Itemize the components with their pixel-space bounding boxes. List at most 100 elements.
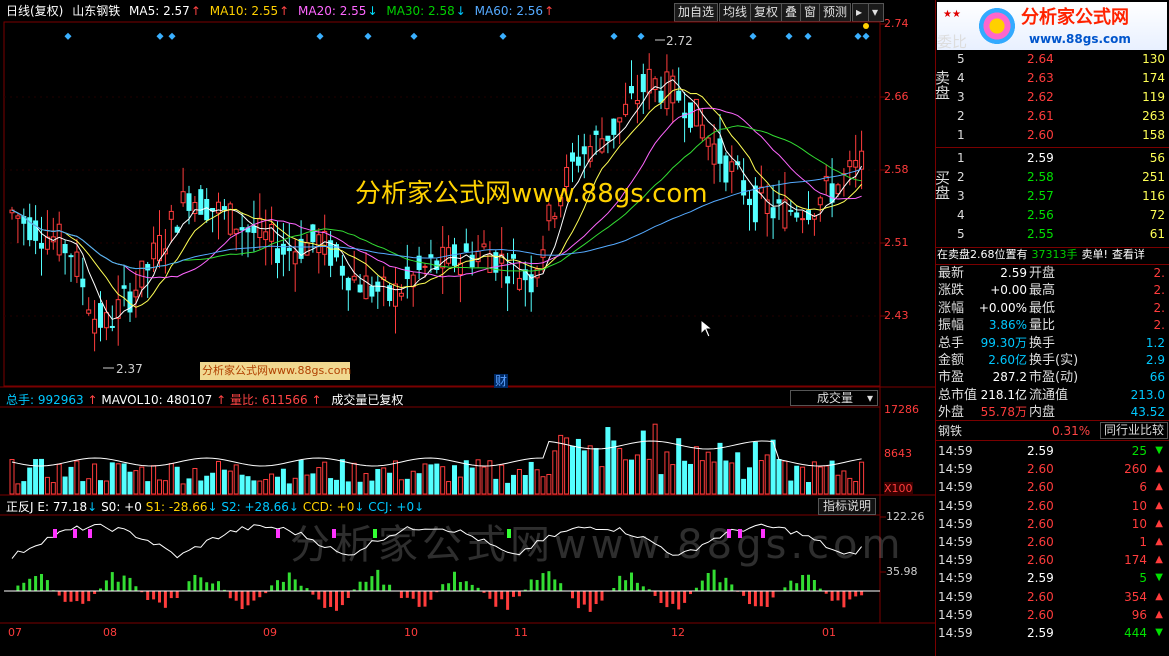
tick-row: 14:59 2.59 25 ▼	[937, 442, 1167, 460]
volume-bar	[570, 445, 575, 495]
ccd-down-arrow-icon: ↓	[354, 500, 365, 514]
stat-value: 66	[1149, 370, 1165, 385]
volume-bar	[764, 454, 770, 495]
sell-price: 2.63	[1027, 71, 1054, 85]
candle-body	[853, 160, 859, 168]
sell-level-row[interactable]: 2 2.61 263	[937, 107, 1167, 125]
total-volume-up-arrow-icon: ↑	[87, 393, 98, 407]
volume-header: 总手: 992963 ↑ MAVOL10: 480107 ↑ 量比: 61156…	[6, 393, 403, 407]
volume-bar	[599, 466, 605, 495]
indicator-s2: S2: +28.66	[221, 500, 289, 514]
sell-level: 1	[957, 128, 965, 142]
volume-bar	[381, 467, 387, 495]
volume-bar	[68, 466, 74, 495]
stat-value: 1.2	[1145, 335, 1165, 350]
big-order-notice[interactable]: 在卖盘2.68位置有 37313手 卖单! 查看详	[937, 248, 1145, 262]
buy-level-row[interactable]: 1 2.59 56	[937, 149, 1167, 167]
event-marker-icon	[364, 32, 372, 40]
volume-bar	[758, 460, 764, 495]
buy-level-row[interactable]: 5 2.55 61	[937, 225, 1167, 243]
indicator-help-button[interactable]: 指标说明	[818, 498, 877, 515]
sell-volume: 119	[1142, 90, 1165, 104]
candle-body	[103, 312, 109, 329]
financial-report-marker[interactable]: 财	[494, 374, 509, 388]
mavol-value: MAVOL10: 480107	[101, 393, 213, 407]
stat-label: 总市值	[938, 387, 978, 403]
stat-label: 量比	[1029, 318, 1056, 334]
buy-price: 2.55	[1027, 227, 1054, 241]
volume-bar	[44, 476, 50, 495]
tick-row: 14:59 2.60 1 ▲	[937, 533, 1167, 551]
volume-bar	[646, 458, 652, 495]
candle-body	[481, 243, 487, 248]
candle-body	[629, 86, 634, 94]
candle-body	[676, 90, 682, 101]
volume-bar	[546, 473, 552, 495]
candle-body	[664, 71, 670, 110]
x-axis-label: 11	[514, 626, 528, 639]
candle-body	[98, 303, 103, 328]
buy-level: 3	[957, 189, 965, 203]
volume-bar	[275, 476, 280, 495]
sell-price: 2.62	[1027, 90, 1054, 104]
watermark-small: 分析家公式网www.88gs.com	[200, 362, 351, 380]
candle-body	[39, 242, 44, 249]
stat-label: 总手	[938, 335, 965, 351]
candle-body	[286, 247, 292, 252]
candle-body	[74, 251, 80, 277]
volume-bar	[564, 437, 570, 495]
event-marker-icon	[610, 32, 618, 40]
volume-bar	[446, 481, 452, 495]
sell-level-row[interactable]: 3 2.62 119	[937, 88, 1167, 106]
down-arrow-icon: ▼	[1155, 445, 1163, 456]
volume-bar	[505, 482, 511, 495]
tick-price: 2.60	[1027, 516, 1054, 531]
candle-body	[269, 224, 275, 242]
candle-body	[570, 152, 575, 162]
sector-compare-button[interactable]: 同行业比较	[1100, 422, 1169, 439]
candle-body	[151, 242, 157, 260]
stat-row: 涨跌 +0.00 最高 2.	[937, 282, 1167, 299]
sell-level-row[interactable]: 1 2.60 158	[937, 126, 1167, 144]
ccj-down-arrow-icon: ↓	[414, 500, 425, 514]
tick-time: 14:59	[938, 626, 973, 640]
volume-bar	[233, 464, 239, 495]
volume-bar	[534, 469, 540, 495]
up-arrow-icon: ▲	[1155, 463, 1163, 475]
up-arrow-icon: ▲	[1155, 590, 1163, 602]
sell-volume: 158	[1142, 128, 1165, 142]
s1-down-arrow-icon: ↓	[207, 500, 218, 514]
volume-bar	[747, 467, 752, 495]
indicator-selector[interactable]: 成交量 ▾	[790, 390, 878, 406]
stat-value: 213.0	[1130, 387, 1165, 402]
candle-body	[593, 130, 599, 135]
stat-label: 最低	[1029, 300, 1056, 316]
sell-volume: 263	[1142, 109, 1165, 123]
candle-body	[180, 191, 186, 204]
tick-row: 14:59 2.60 10 ▲	[937, 497, 1167, 515]
site-logo[interactable]: ★★ 分析家公式网 www.88gs.com	[937, 2, 1167, 50]
candle-body	[794, 212, 800, 218]
volume-bar	[829, 460, 835, 495]
candle-body	[145, 263, 151, 271]
candle-body	[316, 234, 322, 254]
volume-bar	[280, 468, 286, 495]
candle-body	[168, 210, 174, 220]
candle-body	[68, 255, 74, 258]
stat-label: 外盘	[938, 405, 965, 421]
buy-level-row[interactable]: 4 2.56 72	[937, 206, 1167, 224]
sell-level-row[interactable]: 4 2.63 174	[937, 69, 1167, 87]
sell-level-row[interactable]: 5 2.64 130	[937, 50, 1167, 68]
price-axis-label: 2.74	[884, 17, 909, 30]
sector-name[interactable]: 钢铁	[938, 424, 962, 438]
stat-label: 最新	[938, 266, 965, 281]
volume-bar	[227, 470, 233, 495]
tick-price: 2.60	[1027, 607, 1054, 622]
buy-level-row[interactable]: 2 2.58 251	[937, 168, 1167, 186]
event-marker-icon	[156, 32, 164, 40]
volume-bar	[811, 461, 817, 495]
volume-bar	[180, 483, 186, 495]
stat-label: 涨幅	[938, 300, 965, 316]
buy-level-row[interactable]: 3 2.57 116	[937, 187, 1167, 205]
candle-body	[788, 209, 794, 212]
